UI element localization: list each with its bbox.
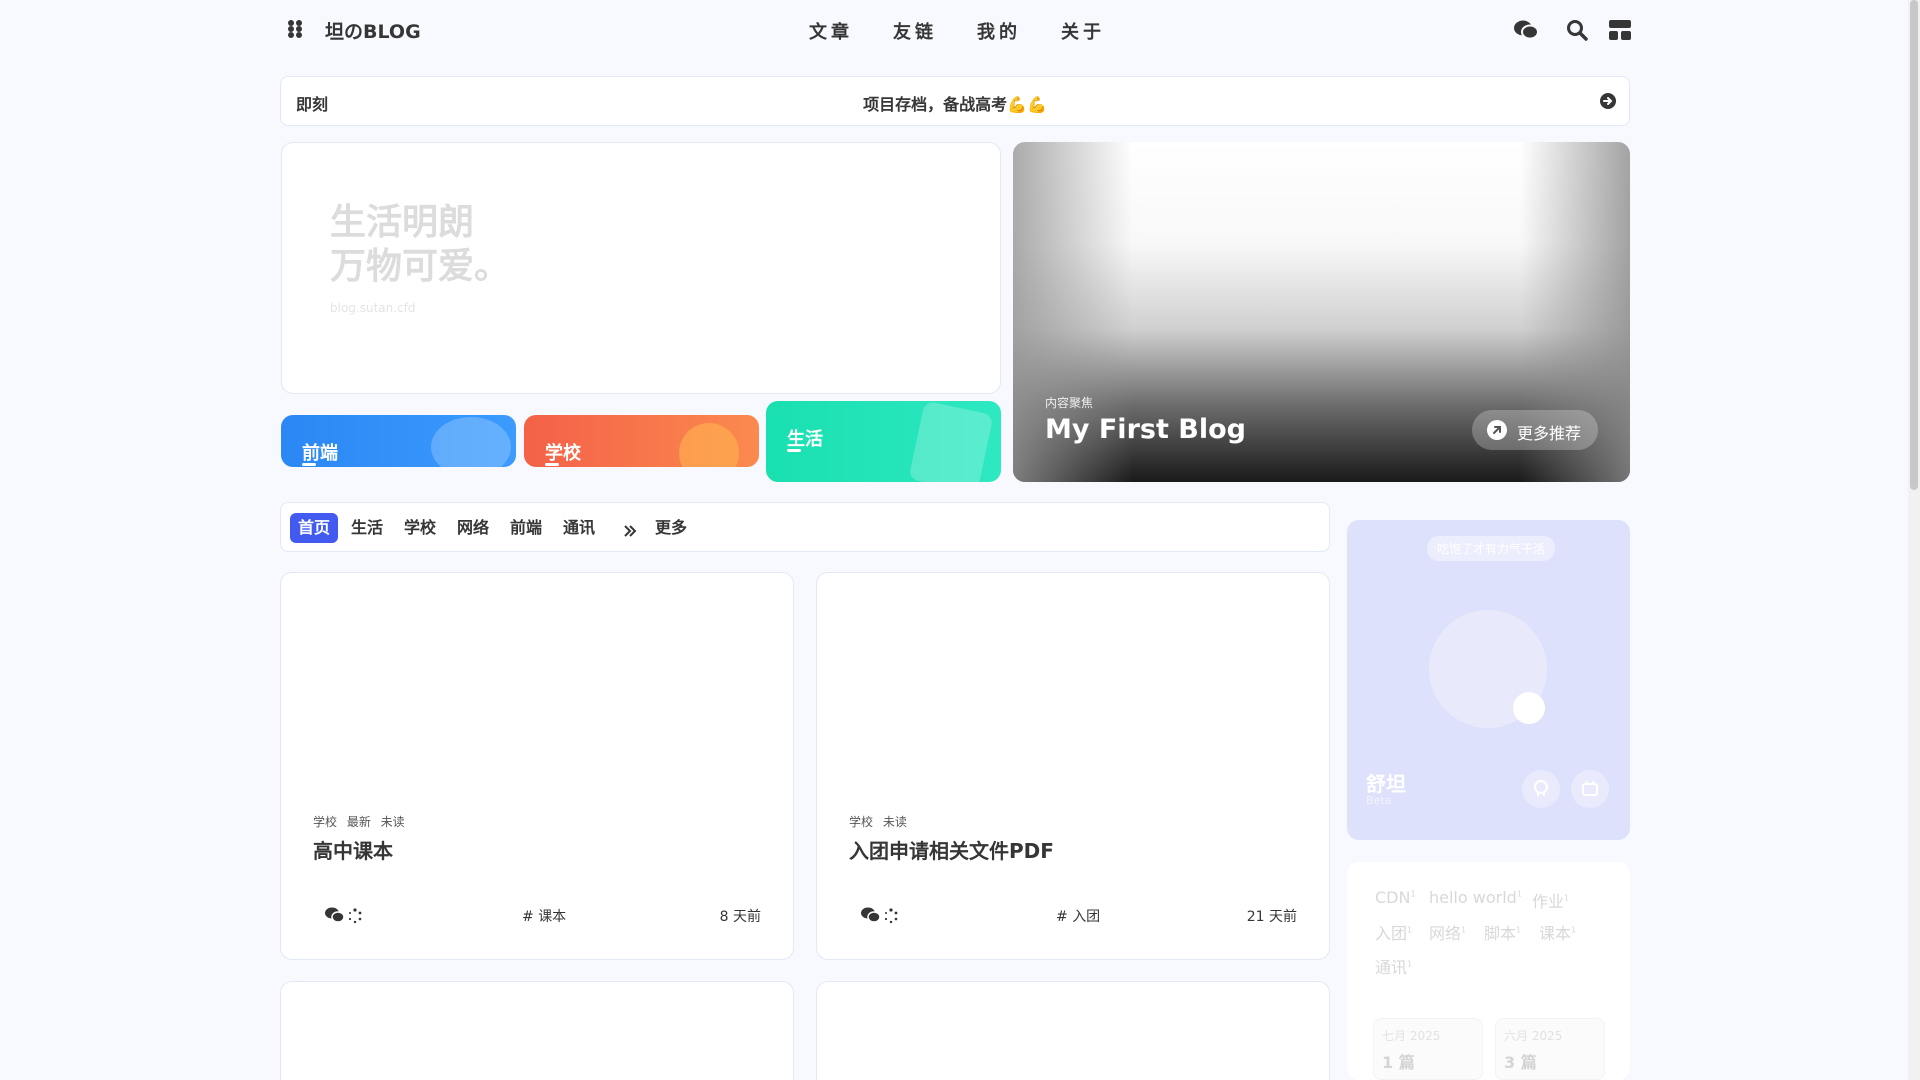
- tab-frontend[interactable]: 前端: [502, 513, 550, 543]
- slogan: 生活明朗 万物可爱。: [330, 201, 510, 289]
- category-label: 生活: [787, 429, 823, 450]
- post-date: 8 天前: [719, 909, 761, 925]
- github-icon[interactable]: [1522, 770, 1560, 808]
- post-category[interactable]: 课本: [538, 909, 566, 925]
- hash-icon: #: [1056, 909, 1068, 925]
- menu-grid-icon[interactable]: [287, 19, 303, 39]
- tag-cloud-card: CDN1 hello world1 作业1 入团1 网络1 脚本1 课本1 通讯…: [1347, 862, 1630, 1080]
- more-recommend-button[interactable]: 更多推荐: [1472, 410, 1598, 450]
- archive-item[interactable]: 六月 2025 3 篇: [1495, 1018, 1605, 1080]
- nav-item-mine[interactable]: 我的: [977, 18, 1021, 44]
- featured-post-card[interactable]: 内容聚焦 My First Blog 更多推荐: [1013, 142, 1630, 482]
- comments-icon: [325, 907, 345, 927]
- slogan-line-2: 万物可爱。: [330, 246, 511, 287]
- tag-item[interactable]: CDN1: [1375, 888, 1416, 907]
- category-underline: [545, 463, 559, 466]
- announcement-label: 即刻: [296, 95, 329, 114]
- archive-month: 七月 2025: [1382, 1029, 1441, 1043]
- post-card[interactable]: [816, 981, 1330, 1080]
- category-label: 前端: [302, 443, 338, 464]
- layout-toggle-icon[interactable]: [1608, 19, 1632, 45]
- tab-network[interactable]: 网络: [449, 513, 497, 543]
- tab-life[interactable]: 生活: [343, 513, 391, 543]
- author-greeting: 吃饱了才有力气干活: [1427, 536, 1556, 561]
- slogan-line-1: 生活明朗: [330, 202, 475, 243]
- category-underline: [302, 463, 316, 466]
- tag-item[interactable]: 作业1: [1532, 888, 1569, 912]
- category-frontend[interactable]: 前端: [281, 415, 516, 467]
- status-dot: [1513, 692, 1545, 724]
- category-school[interactable]: 学校: [524, 415, 759, 467]
- archive-month: 六月 2025: [1504, 1029, 1563, 1043]
- post-title[interactable]: 高中课本: [313, 835, 393, 864]
- archive-item[interactable]: 七月 2025 1 篇: [1373, 1018, 1483, 1080]
- archive-count: 1 篇: [1382, 1053, 1415, 1072]
- author-name: 舒坦: [1366, 772, 1406, 796]
- announcement-bar[interactable]: 项目存档，备战高考💪💪 即刻: [280, 76, 1630, 126]
- life-icon: [908, 401, 994, 482]
- site-url: blog.sutan.cfd: [330, 301, 416, 315]
- hash-icon: #: [522, 909, 534, 925]
- comments-icon: [861, 907, 881, 927]
- post-category-hash[interactable]: # 课本: [522, 906, 566, 926]
- tab-home[interactable]: 首页: [290, 513, 339, 543]
- post-category-hash[interactable]: # 入团: [1056, 906, 1100, 926]
- archive-count: 3 篇: [1504, 1053, 1537, 1072]
- post-card[interactable]: 学校 最新 未读 高中课本 # 课本 8 天前: [280, 572, 794, 960]
- author-card: 吃饱了才有力气干活 舒坦 Beta: [1347, 520, 1630, 840]
- loading-icon: [883, 908, 899, 928]
- category-underline: [787, 449, 801, 452]
- bilibili-icon[interactable]: [1571, 770, 1609, 808]
- school-icon: [679, 423, 739, 467]
- category-tabs: 首页 生活 学校 网络 前端 通讯 更多: [280, 502, 1330, 552]
- tab-more[interactable]: 更多: [647, 513, 695, 543]
- arrow-up-right-icon: [1487, 420, 1507, 440]
- nav-item-about[interactable]: 关于: [1061, 18, 1105, 44]
- tab-school[interactable]: 学校: [396, 513, 444, 543]
- frontend-icon: [431, 417, 511, 467]
- scrollbar-thumb[interactable]: [1910, 0, 1918, 490]
- more-recommend-label: 更多推荐: [1517, 424, 1582, 443]
- tag-item[interactable]: 通讯1: [1375, 954, 1412, 978]
- tag-item[interactable]: hello world1: [1429, 888, 1522, 907]
- hero-slogan-card: 生活明朗 万物可爱。 blog.sutan.cfd: [281, 142, 1001, 394]
- site-title[interactable]: 坦のBLOG: [325, 17, 421, 44]
- tag-item[interactable]: 课本1: [1539, 920, 1576, 944]
- announcement-text[interactable]: 项目存档，备战高考💪💪: [281, 91, 1629, 115]
- chat-icon[interactable]: [1513, 19, 1539, 45]
- search-icon[interactable]: [1566, 19, 1588, 45]
- category-label: 学校: [545, 443, 581, 464]
- tab-comm[interactable]: 通讯: [555, 513, 603, 543]
- double-chevron-right-icon[interactable]: [623, 522, 637, 541]
- post-tags[interactable]: 学校 未读: [849, 813, 907, 830]
- arrow-right-icon[interactable]: [1599, 92, 1617, 114]
- tag-item[interactable]: 网络1: [1429, 920, 1466, 944]
- loading-icon: [347, 908, 363, 928]
- feature-tag: 内容聚焦: [1045, 396, 1094, 410]
- feature-title[interactable]: My First Blog: [1045, 414, 1246, 445]
- post-tags[interactable]: 学校 最新 未读: [313, 813, 405, 830]
- top-nav: 坦のBLOG 文章 友链 我的 关于: [0, 0, 1908, 60]
- post-card[interactable]: 学校 未读 入团申请相关文件PDF # 入团 21 天前: [816, 572, 1330, 960]
- tag-item[interactable]: 入团1: [1375, 920, 1412, 944]
- tag-item[interactable]: 脚本1: [1484, 920, 1521, 944]
- post-date: 21 天前: [1246, 909, 1297, 925]
- category-life[interactable]: 生活: [766, 401, 1001, 482]
- nav-item-articles[interactable]: 文章: [809, 18, 853, 44]
- post-card[interactable]: [280, 981, 794, 1080]
- nav-item-links[interactable]: 友链: [893, 18, 937, 44]
- post-category[interactable]: 入团: [1072, 909, 1100, 925]
- author-subtitle: Beta: [1366, 794, 1392, 807]
- post-title[interactable]: 入团申请相关文件PDF: [849, 835, 1054, 864]
